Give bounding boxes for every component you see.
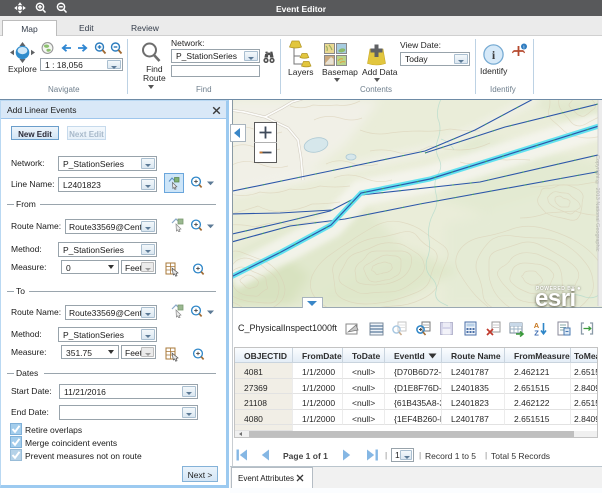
svg-text:Z: Z <box>534 329 539 338</box>
